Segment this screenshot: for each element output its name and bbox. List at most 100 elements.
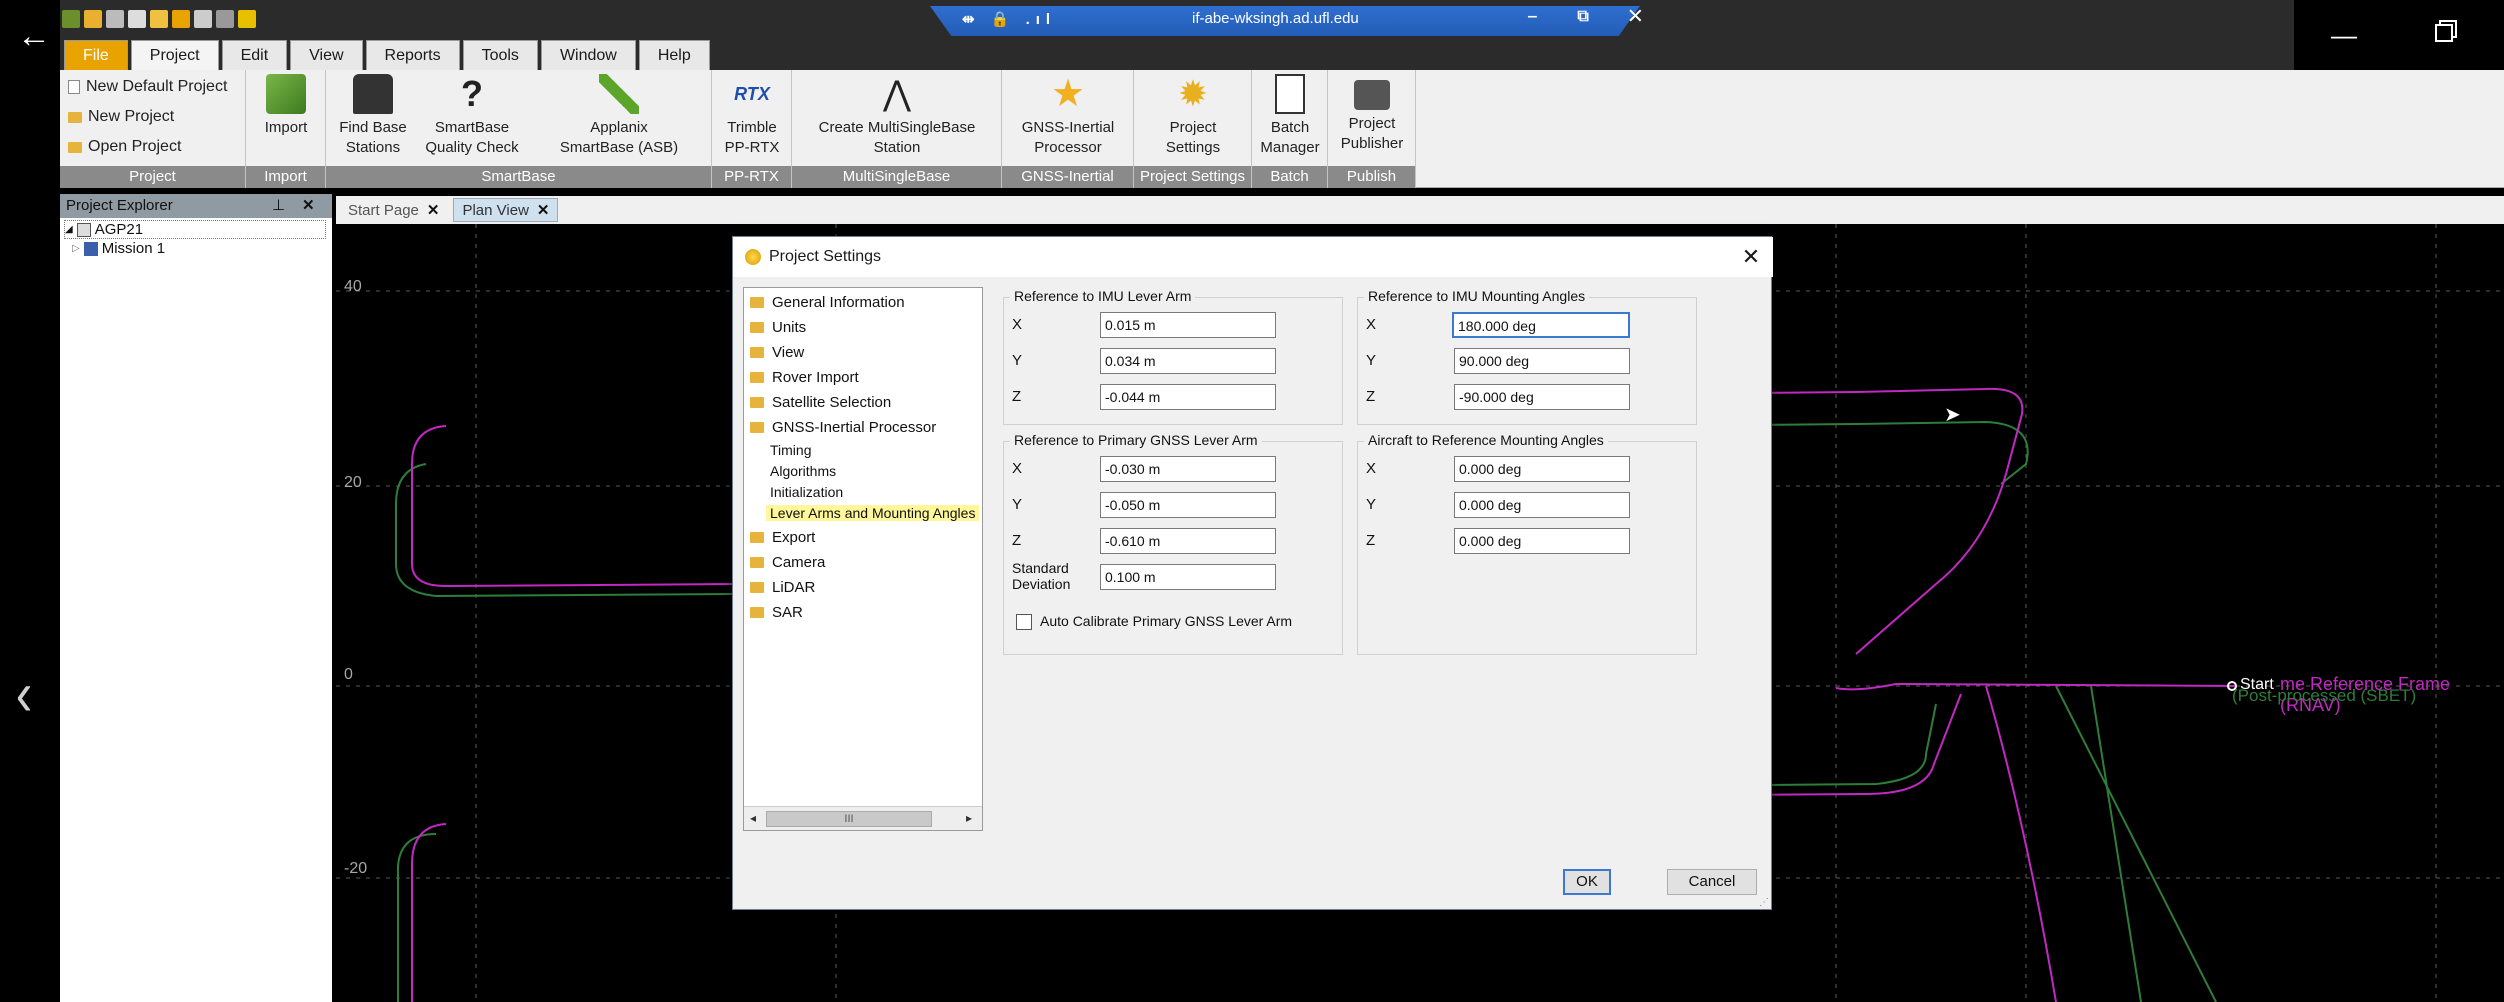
gnss-lever-x-input[interactable]: -0.030 m <box>1100 456 1276 482</box>
imu-lever-x-input[interactable]: 0.015 m <box>1100 312 1276 338</box>
ribbon-group-label: Import <box>246 166 325 188</box>
tab-file[interactable]: File <box>64 40 128 70</box>
y-label: Y <box>1012 352 1023 369</box>
z-label: Z <box>1366 388 1376 405</box>
project-settings-button[interactable]: ✹ Project Settings <box>1134 74 1252 158</box>
ribbon-group-publish: Project Publisher Publish <box>1328 70 1416 188</box>
imu-mount-y-input[interactable]: 90.000 deg <box>1454 348 1630 374</box>
tab-reports[interactable]: Reports <box>365 40 460 70</box>
nav-view[interactable]: View <box>750 344 804 361</box>
close-icon[interactable]: ✕ <box>537 202 550 219</box>
nav-gnss-inertial-processor[interactable]: GNSS-Inertial Processor <box>750 419 936 436</box>
grid-icon[interactable] <box>238 10 256 28</box>
scroll-right-icon[interactable]: ▸ <box>966 811 972 825</box>
undo-icon[interactable] <box>84 10 102 28</box>
expand-icon[interactable]: ▷ <box>72 243 80 254</box>
nav-sar[interactable]: SAR <box>750 604 803 621</box>
imu-mount-x-input[interactable]: 180.000 deg <box>1452 312 1630 338</box>
nav-camera[interactable]: Camera <box>750 554 825 571</box>
collapse-icon[interactable]: ◢ <box>65 224 73 235</box>
import-button[interactable]: Import <box>246 74 326 138</box>
new-project-button[interactable]: New Project <box>68 108 174 126</box>
gnss-lever-z-input[interactable]: -0.610 m <box>1100 528 1276 554</box>
nav-general-information[interactable]: General Information <box>750 294 905 311</box>
gnss-lever-std-dev-input[interactable]: 0.100 m <box>1100 564 1276 590</box>
nav-units[interactable]: Units <box>750 319 806 336</box>
resize-grip-icon[interactable]: ⋰ <box>1759 897 1771 909</box>
folder-icon <box>750 297 764 308</box>
tab-start-page[interactable]: Start Page ✕ <box>340 199 447 221</box>
ribbon-group-gnss-inertial: ★ GNSS-Inertial Processor GNSS-Inertial <box>1002 70 1134 188</box>
smartbase-quality-check-button[interactable]: ? SmartBase Quality Check <box>420 74 524 158</box>
save-icon[interactable] <box>150 10 168 28</box>
nav-initialization[interactable]: Initialization <box>770 484 843 500</box>
batch-pages-icon <box>1275 74 1305 114</box>
auto-calibrate-label[interactable]: Auto Calibrate Primary GNSS Lever Arm <box>1040 613 1292 629</box>
rtx-logo-icon: RTX <box>734 84 770 104</box>
report-icon[interactable] <box>194 10 212 28</box>
group-primary-gnss-lever-arm: Reference to Primary GNSS Lever Arm X -0… <box>1003 432 1343 655</box>
tab-window[interactable]: Window <box>540 40 636 70</box>
redo-icon[interactable] <box>106 10 124 28</box>
nav-label: Rover Import <box>772 369 859 386</box>
gnss-inertial-processor-button[interactable]: ★ GNSS-Inertial Processor <box>1002 74 1134 158</box>
settings-icon[interactable] <box>172 10 190 28</box>
aircraft-mount-x-input[interactable]: 0.000 deg <box>1454 456 1630 482</box>
minimize-button[interactable]: — <box>2314 10 2374 60</box>
ribbon-group-smartbase: Find Base Stations ? SmartBase Quality C… <box>326 70 712 188</box>
binoculars-icon <box>353 74 393 114</box>
nav-lever-arms-mounting-angles[interactable]: Lever Arms and Mounting Angles <box>766 505 980 521</box>
nav-rover-import[interactable]: Rover Import <box>750 369 859 386</box>
ok-button[interactable]: OK <box>1563 869 1611 895</box>
aircraft-mount-z-input[interactable]: 0.000 deg <box>1454 528 1630 554</box>
tab-plan-view[interactable]: Plan View ✕ <box>453 198 559 222</box>
folder-icon <box>750 347 764 358</box>
pin-icon[interactable]: ⊥ <box>272 194 285 218</box>
create-multisinglebase-button[interactable]: ⋀ Create MultiSingleBase Station <box>792 74 1002 158</box>
tab-tools[interactable]: Tools <box>462 40 538 70</box>
applanix-smartbase-button[interactable]: Applanix SmartBase (ASB) <box>534 74 704 158</box>
tab-label: Start Page <box>348 202 419 219</box>
cancel-button[interactable]: Cancel <box>1667 869 1757 895</box>
nav-satellite-selection[interactable]: Satellite Selection <box>750 394 891 411</box>
nav-export[interactable]: Export <box>750 529 815 546</box>
close-icon[interactable]: ✕ <box>302 194 315 218</box>
open-project-button[interactable]: Open Project <box>68 138 181 156</box>
folder-icon <box>750 397 764 408</box>
tree-item-mission-1[interactable]: ▷ Mission 1 <box>72 240 165 257</box>
remote-bar-controls[interactable]: ‒ ⧉ ✕ <box>1528 8 1659 26</box>
nav-algorithms[interactable]: Algorithms <box>770 463 836 479</box>
remote-connection-icons[interactable]: ⇹ 🔒 .ıl <box>962 10 1056 28</box>
scroll-thumb[interactable]: III <box>766 811 932 827</box>
batch-manager-button[interactable]: Batch Manager <box>1252 74 1328 158</box>
gnss-lever-y-input[interactable]: -0.050 m <box>1100 492 1276 518</box>
tab-edit[interactable]: Edit <box>221 40 288 70</box>
back-arrow-icon[interactable]: ← <box>14 14 54 58</box>
new-icon[interactable] <box>128 10 146 28</box>
trimble-pprtx-button[interactable]: RTX Trimble PP-RTX <box>712 74 792 158</box>
nav-horizontal-scrollbar[interactable]: ◂ III ▸ <box>744 806 982 830</box>
tab-view[interactable]: View <box>290 40 363 70</box>
aircraft-mount-y-input[interactable]: 0.000 deg <box>1454 492 1630 518</box>
tab-project[interactable]: Project <box>130 40 219 70</box>
tree-item-agp21[interactable]: ◢ AGP21 <box>64 220 326 239</box>
nav-lidar[interactable]: LiDAR <box>750 579 815 596</box>
dialog-close-button[interactable]: ✕ <box>1737 243 1765 271</box>
tab-help[interactable]: Help <box>638 40 710 70</box>
imu-lever-y-input[interactable]: 0.034 m <box>1100 348 1276 374</box>
restore-button[interactable] <box>2414 10 2474 60</box>
chevron-left-icon[interactable]: ‹ <box>8 660 40 730</box>
close-icon[interactable]: ✕ <box>427 202 440 219</box>
app-icon[interactable] <box>62 10 80 28</box>
auto-calibrate-checkbox[interactable] <box>1016 614 1032 630</box>
nav-timing[interactable]: Timing <box>770 442 812 458</box>
imu-lever-z-input[interactable]: -0.044 m <box>1100 384 1276 410</box>
find-base-label-1: Find Base <box>339 119 407 136</box>
scroll-left-icon[interactable]: ◂ <box>750 811 756 825</box>
find-base-stations-button[interactable]: Find Base Stations <box>330 74 416 158</box>
project-publisher-button[interactable]: Project Publisher <box>1328 74 1416 154</box>
view-icon[interactable] <box>216 10 234 28</box>
imu-mount-z-input[interactable]: -90.000 deg <box>1454 384 1630 410</box>
new-default-project-button[interactable]: New Default Project <box>68 78 227 96</box>
legend-sbet: (Post-processed (SBET) <box>2232 686 2417 705</box>
